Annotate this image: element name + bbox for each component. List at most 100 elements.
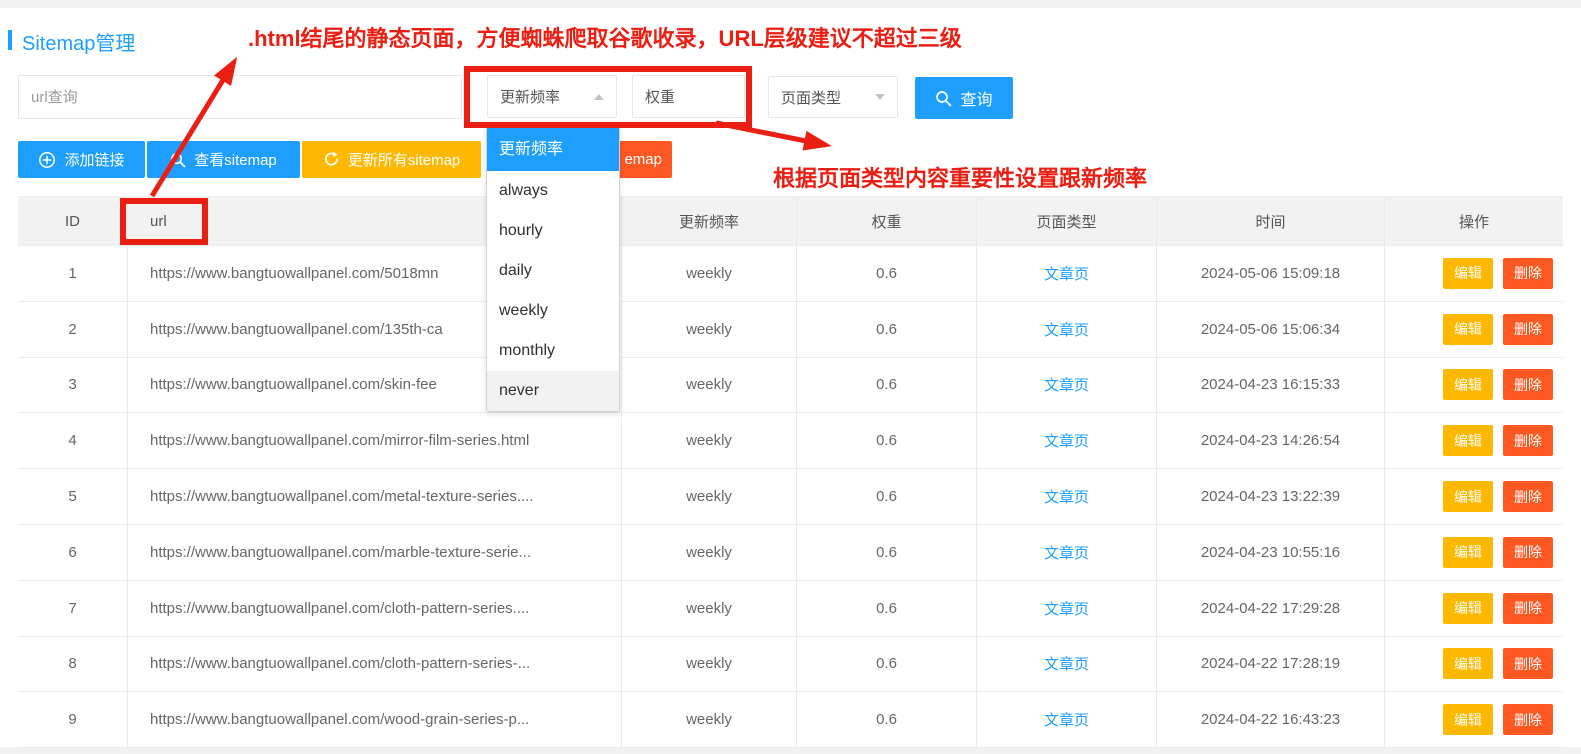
- search-icon: [170, 152, 186, 168]
- table-body: 1https://www.bangtuowallpanel.com/5018mn…: [18, 246, 1563, 748]
- page-type-link[interactable]: 文章页: [1044, 263, 1089, 284]
- update-all-sitemap-label: 更新所有sitemap: [348, 149, 461, 170]
- dropdown-option-hourly[interactable]: hourly: [487, 211, 619, 251]
- add-link-label: 添加链接: [64, 149, 124, 170]
- edit-button[interactable]: 编辑: [1443, 537, 1493, 568]
- page-type-link[interactable]: 文章页: [1044, 374, 1089, 395]
- table-row: 6https://www.bangtuowallpanel.com/marble…: [18, 525, 1563, 581]
- column-header-id: ID: [18, 197, 128, 245]
- cell-id: 7: [18, 581, 128, 636]
- edit-button[interactable]: 编辑: [1443, 648, 1493, 679]
- dropdown-option-always[interactable]: always: [487, 171, 619, 211]
- cell-id: 4: [18, 413, 128, 468]
- annotation-note-frequency: 根据页面类型内容重要性设置跟新频率: [773, 161, 1147, 193]
- cell-weight: 0.6: [797, 581, 977, 636]
- cell-operations: 编辑删除: [1385, 413, 1563, 468]
- delete-button[interactable]: 删除: [1503, 704, 1553, 735]
- frequency-select[interactable]: 更新频率: [487, 75, 617, 118]
- cell-time: 2024-04-22 17:28:19: [1157, 637, 1385, 692]
- dropdown-option-monthly[interactable]: monthly: [487, 331, 619, 371]
- edit-button[interactable]: 编辑: [1443, 593, 1493, 624]
- page-type-link[interactable]: 文章页: [1044, 653, 1089, 674]
- cell-weight: 0.6: [797, 413, 977, 468]
- table-row: 2https://www.bangtuowallpanel.com/135th-…: [18, 302, 1563, 358]
- partial-hidden-sitemap-label: emap: [624, 151, 662, 168]
- dropdown-option-weekly[interactable]: weekly: [487, 291, 619, 331]
- page-title: Sitemap管理: [22, 27, 135, 56]
- cell-operations: 编辑删除: [1385, 469, 1563, 524]
- update-all-sitemap-button[interactable]: 更新所有sitemap: [302, 141, 481, 178]
- cell-weight: 0.6: [797, 637, 977, 692]
- page-type-link[interactable]: 文章页: [1044, 486, 1089, 507]
- delete-button[interactable]: 删除: [1503, 425, 1553, 456]
- delete-button[interactable]: 删除: [1503, 593, 1553, 624]
- cell-time: 2024-04-23 16:15:33: [1157, 358, 1385, 413]
- edit-button[interactable]: 编辑: [1443, 369, 1493, 400]
- circle-plus-icon: [38, 151, 56, 169]
- url-search-field[interactable]: [18, 75, 462, 119]
- cell-time: 2024-04-22 16:43:23: [1157, 692, 1385, 747]
- cell-time: 2024-04-23 13:22:39: [1157, 469, 1385, 524]
- cell-time: 2024-05-06 15:09:18: [1157, 246, 1385, 301]
- refresh-icon: [323, 151, 340, 168]
- cell-frequency: weekly: [622, 358, 797, 413]
- edit-button[interactable]: 编辑: [1443, 481, 1493, 512]
- table-row: 9https://www.bangtuowallpanel.com/wood-g…: [18, 692, 1563, 748]
- cell-page-type: 文章页: [977, 525, 1157, 580]
- cell-weight: 0.6: [797, 692, 977, 747]
- cell-page-type: 文章页: [977, 358, 1157, 413]
- dropdown-option-never[interactable]: never: [487, 371, 619, 411]
- edit-button[interactable]: 编辑: [1443, 704, 1493, 735]
- cell-url: https://www.bangtuowallpanel.com/metal-t…: [128, 469, 622, 524]
- cell-frequency: weekly: [622, 413, 797, 468]
- edit-button[interactable]: 编辑: [1443, 258, 1493, 289]
- edit-button[interactable]: 编辑: [1443, 314, 1493, 345]
- page-type-link[interactable]: 文章页: [1044, 709, 1089, 730]
- column-header-col2: 更新频率: [622, 197, 797, 245]
- add-link-button[interactable]: 添加链接: [18, 141, 145, 178]
- delete-button[interactable]: 删除: [1503, 648, 1553, 679]
- sitemap-table: IDurl更新频率权重页面类型时间操作 1https://www.bangtuo…: [18, 196, 1563, 748]
- dropdown-option-daily[interactable]: daily: [487, 251, 619, 291]
- url-search-input[interactable]: [31, 89, 449, 106]
- cell-operations: 编辑删除: [1385, 692, 1563, 747]
- page-type-link[interactable]: 文章页: [1044, 319, 1089, 340]
- edit-button[interactable]: 编辑: [1443, 425, 1493, 456]
- cell-page-type: 文章页: [977, 413, 1157, 468]
- cell-frequency: weekly: [622, 692, 797, 747]
- cell-url: https://www.bangtuowallpanel.com/cloth-p…: [128, 637, 622, 692]
- cell-weight: 0.6: [797, 469, 977, 524]
- top-page-margin: [0, 0, 1581, 8]
- delete-button[interactable]: 删除: [1503, 537, 1553, 568]
- view-sitemap-button[interactable]: 查看sitemap: [147, 141, 300, 178]
- cell-time: 2024-04-22 17:29:28: [1157, 581, 1385, 636]
- cell-weight: 0.6: [797, 358, 977, 413]
- search-button[interactable]: 查询: [915, 77, 1013, 119]
- cell-frequency: weekly: [622, 637, 797, 692]
- dropdown-option-更新频率[interactable]: 更新频率: [487, 128, 619, 171]
- cell-operations: 编辑删除: [1385, 581, 1563, 636]
- cell-operations: 编辑删除: [1385, 302, 1563, 357]
- cell-frequency: weekly: [622, 525, 797, 580]
- search-button-label: 查询: [960, 86, 992, 110]
- page-type-link[interactable]: 文章页: [1044, 542, 1089, 563]
- cell-frequency: weekly: [622, 469, 797, 524]
- delete-button[interactable]: 删除: [1503, 314, 1553, 345]
- page-type-select[interactable]: 页面类型: [768, 76, 898, 118]
- chevron-down-icon: [875, 94, 885, 100]
- delete-button[interactable]: 删除: [1503, 481, 1553, 512]
- table-row: 7https://www.bangtuowallpanel.com/cloth-…: [18, 581, 1563, 637]
- cell-url: https://www.bangtuowallpanel.com/wood-gr…: [128, 692, 622, 747]
- delete-button[interactable]: 删除: [1503, 258, 1553, 289]
- cell-time: 2024-05-06 15:06:34: [1157, 302, 1385, 357]
- cell-id: 2: [18, 302, 128, 357]
- weight-select[interactable]: 权重: [632, 75, 745, 118]
- column-header-col4: 页面类型: [977, 197, 1157, 245]
- frequency-select-value: 更新频率: [500, 86, 560, 107]
- page-type-link[interactable]: 文章页: [1044, 598, 1089, 619]
- page-type-link[interactable]: 文章页: [1044, 430, 1089, 451]
- cell-frequency: weekly: [622, 246, 797, 301]
- table-header-row: IDurl更新频率权重页面类型时间操作: [18, 197, 1563, 246]
- cell-operations: 编辑删除: [1385, 525, 1563, 580]
- delete-button[interactable]: 删除: [1503, 369, 1553, 400]
